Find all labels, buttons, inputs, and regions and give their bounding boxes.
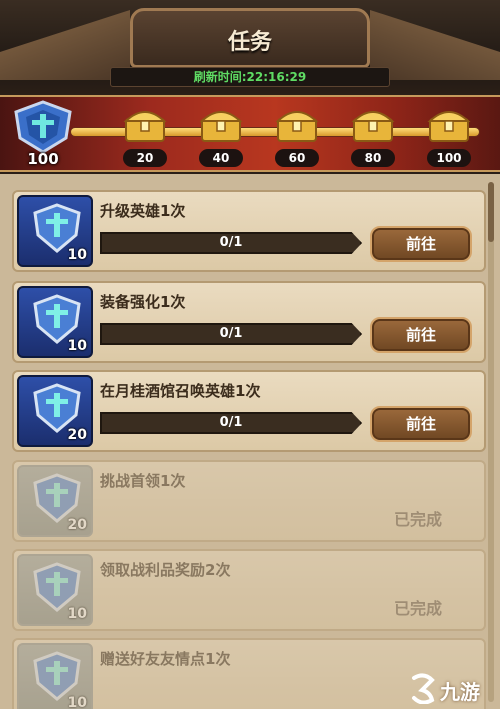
milestone-label: 20 [123,149,167,167]
task-row: 10 装备强化1次 0/1 前往 [12,281,486,363]
reward-chest-icon[interactable] [426,103,472,145]
task-shield-icon: 10 [17,643,93,709]
task-progress-text: 0/1 [219,326,243,341]
watermark-text: 九游 [440,680,480,704]
milestone-label: 80 [351,149,395,167]
go-button[interactable]: 前往 [370,317,472,353]
task-title: 装备强化1次 [100,293,186,311]
task-reward-value: 20 [67,517,87,533]
task-title: 领取战利品奖励2次 [100,561,231,579]
completed-label: 已完成 [394,599,443,618]
reward-chest-icon[interactable] [198,103,244,145]
task-title: 挑战首领1次 [100,472,186,490]
reward-chest-icon[interactable] [350,103,396,145]
task-title: 赠送好友友情点1次 [100,650,231,668]
task-reward-value: 20 [67,427,87,443]
page-title: 任务 [227,30,272,55]
nine-game-logo-icon [412,673,435,704]
task-shield-icon: 10 [17,286,93,358]
scroll-thumb[interactable] [488,182,494,242]
go-button[interactable]: 前往 [370,406,472,442]
task-reward-value: 10 [67,606,87,622]
task-progress-text: 0/1 [219,235,243,250]
task-title: 在月桂酒馆召唤英雄1次 [100,382,261,400]
refresh-time: 刷新时间:22:16:29 [193,70,307,84]
reward-chest-icon[interactable] [122,103,168,145]
task-reward-value: 10 [67,247,87,263]
task-shield-icon: 20 [17,465,93,537]
task-shield-icon: 20 [17,375,93,447]
task-row: 10 升级英雄1次 0/1 前往 [12,190,486,272]
milestone-label: 100 [427,149,471,167]
task-reward-value: 10 [67,695,87,709]
milestone-label: 40 [199,149,243,167]
current-points: 100 [27,150,59,168]
milestone-label: 60 [275,149,319,167]
completed-label: 已完成 [394,510,443,529]
go-button[interactable]: 前往 [370,226,472,262]
scrollbar[interactable] [488,182,494,702]
task-row: 20 在月桂酒馆召唤英雄1次 0/1 前往 [12,370,486,452]
watermark: 九游 [410,672,500,706]
reward-chest-icon[interactable] [274,103,320,145]
task-progress-text: 0/1 [219,415,243,430]
task-shield-icon: 10 [17,195,93,267]
task-shield-icon: 10 [17,554,93,626]
task-row: 10 领取战利品奖励2次已完成 [12,549,486,631]
task-row: 20 挑战首领1次已完成 [12,460,486,542]
task-reward-value: 10 [67,338,87,354]
task-title: 升级英雄1次 [100,202,186,220]
points-shield-icon [12,100,74,154]
